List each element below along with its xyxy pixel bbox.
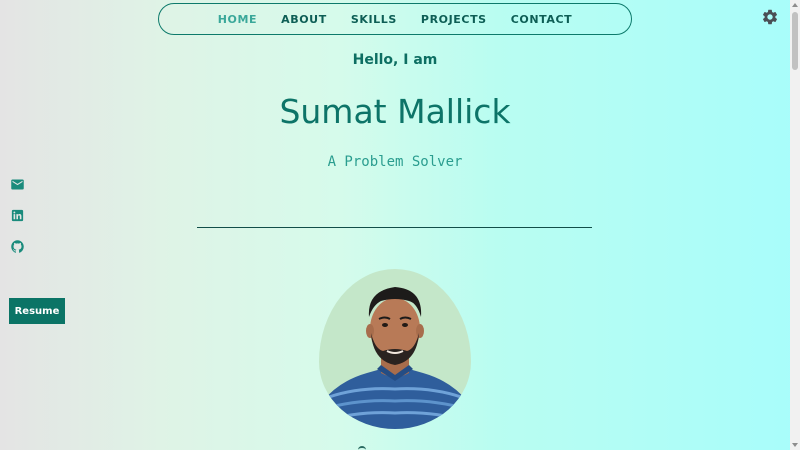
nav-contact[interactable]: CONTACT bbox=[499, 13, 585, 26]
scroll-down-arrow[interactable] bbox=[792, 443, 798, 447]
scroll-up-arrow[interactable] bbox=[792, 3, 798, 7]
github-icon[interactable] bbox=[10, 239, 25, 254]
nav-projects[interactable]: PROJECTS bbox=[409, 13, 499, 26]
hero-name: Sumat Mallick bbox=[279, 92, 511, 131]
nav-skills[interactable]: SKILLS bbox=[339, 13, 409, 26]
hero-tagline: A Problem Solver bbox=[327, 154, 463, 170]
scroll-thumb[interactable] bbox=[792, 12, 798, 70]
email-icon[interactable] bbox=[10, 177, 25, 192]
scrollbar[interactable] bbox=[790, 0, 800, 450]
top-nav: HOME ABOUT SKILLS PROJECTS CONTACT bbox=[158, 3, 632, 35]
next-section-peek bbox=[358, 446, 366, 450]
divider bbox=[197, 227, 592, 228]
greeting: Hello, I am bbox=[352, 52, 438, 68]
nav-home[interactable]: HOME bbox=[206, 13, 269, 26]
nav-about[interactable]: ABOUT bbox=[269, 13, 339, 26]
resume-button[interactable]: Resume bbox=[9, 298, 65, 324]
gear-icon[interactable] bbox=[761, 8, 779, 26]
linkedin-icon[interactable] bbox=[10, 208, 25, 223]
profile-photo bbox=[319, 269, 471, 429]
profile-illustration bbox=[319, 287, 471, 429]
